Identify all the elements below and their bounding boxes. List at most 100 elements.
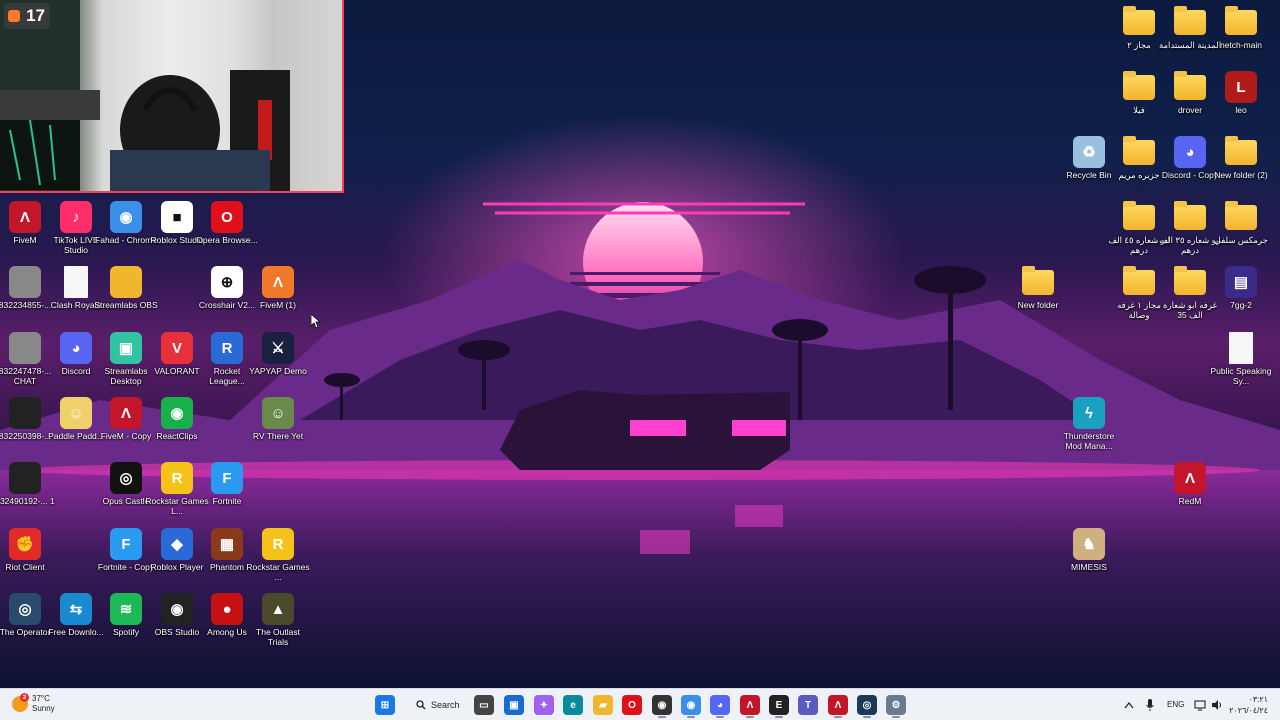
reactclips-glyph-icon: ◉ xyxy=(161,397,193,429)
desktop-icon-label: Streamlabs OBS xyxy=(94,300,158,310)
epic-games-icon[interactable]: E xyxy=(769,695,789,715)
discord-taskbar-icon[interactable]: ◕ xyxy=(710,695,730,715)
the-operator-glyph-icon: ◎ xyxy=(9,593,41,625)
running-indicator xyxy=(775,716,783,718)
clock-time: ٠٣:٢١ xyxy=(1248,695,1268,704)
weather-widget[interactable]: 2 37°C Sunny xyxy=(12,693,55,714)
clock-date: ٢٠٢٦/٠٤/٢٤ xyxy=(1229,706,1268,715)
desktop-icon-label: RV There Yet xyxy=(252,431,304,441)
desktop-icon-label: leo xyxy=(1235,105,1247,115)
microphone-icon[interactable] xyxy=(1145,698,1155,712)
folder-netch-main-icon[interactable]: netch-main xyxy=(1209,6,1273,50)
fivem-app-icon[interactable]: Λ FiveM (1) xyxy=(246,266,310,310)
rockstar-games-2-icon[interactable]: R Rockstar Games ... xyxy=(246,528,310,582)
desktop-icon-label: جرمكس سلفي xyxy=(1214,235,1268,245)
opera-icon[interactable]: O Opera Browse... xyxy=(195,201,259,245)
file-3-icon[interactable]: 832490192-... 1 xyxy=(0,462,57,506)
desktop-icon-label: RedM xyxy=(1178,496,1202,506)
mimesis-glyph-icon: ♞ xyxy=(1073,528,1105,560)
teams-icon[interactable]: T xyxy=(798,695,818,715)
start-button-icon[interactable]: ⊞ xyxy=(375,695,395,715)
language-indicator[interactable]: ENG xyxy=(1167,700,1184,709)
streamlabs-obs-folder-icon[interactable]: Streamlabs OBS xyxy=(94,266,158,310)
fivem-taskbar-icon[interactable]: Λ xyxy=(740,695,760,715)
reactclips-icon[interactable]: ◉ ReactClips xyxy=(145,397,209,441)
chevron-up-icon[interactable] xyxy=(1124,701,1134,709)
discord-chat-glyph-icon xyxy=(9,332,41,364)
redm-icon[interactable]: Λ RedM xyxy=(1158,462,1222,506)
rv-there-yet-glyph-icon: ☺ xyxy=(262,397,294,429)
riot-client-icon[interactable]: ✊ Riot Client xyxy=(0,528,57,572)
7gg-icon[interactable]: ▤ 7gg-2 xyxy=(1209,266,1273,310)
redm-taskbar-icon[interactable]: Λ xyxy=(828,695,848,715)
folder-new-icon[interactable]: New folder xyxy=(1006,266,1070,310)
desktop-icon-label: Riot Client xyxy=(5,562,45,572)
fortnite-glyph-icon: F xyxy=(211,462,243,494)
outlast-trials-glyph-icon: ▲ xyxy=(262,593,294,625)
search-icon xyxy=(416,700,426,710)
leo-icon[interactable]: Lleo xyxy=(1209,71,1273,115)
desktop-icon-label: ReactClips xyxy=(156,431,198,441)
taskbar: 2 37°C Sunny ⊞ ▣ ✦ e ▰ O ◉ ◉ ◕ Λ E T Λ ◎ ⚙ ▭ Search ENG… xyxy=(0,688,1280,720)
folder-jarmaks-glyph-icon xyxy=(1225,201,1257,230)
folder-new-2-icon[interactable]: New folder (2) xyxy=(1209,136,1273,180)
task-view-icon[interactable]: ▭ xyxy=(474,695,494,715)
recycle-bin-glyph-icon: ♻ xyxy=(1073,136,1105,168)
folder-abu-shaara-45-glyph-icon xyxy=(1123,201,1155,230)
paddle-glyph-icon: ☺ xyxy=(60,397,92,429)
tiktok-live-studio-glyph-icon: ♪ xyxy=(60,201,92,233)
mimesis-icon[interactable]: ♞ MIMESIS xyxy=(1057,528,1121,572)
file-explorer-icon[interactable]: ▰ xyxy=(593,695,613,715)
opera-taskbar-icon[interactable]: O xyxy=(622,695,642,715)
notification-badge: 2 xyxy=(20,693,29,702)
running-indicator xyxy=(658,716,666,718)
folder-jarmaks-icon[interactable]: جرمكس سلفي xyxy=(1209,201,1273,245)
rockstar-games-2-glyph-icon: R xyxy=(262,528,294,560)
thunderstore-icon[interactable]: ϟ Thunderstore Mod Mana... xyxy=(1057,397,1121,451)
network-icon[interactable] xyxy=(1194,699,1206,711)
copilot-icon[interactable]: ✦ xyxy=(534,695,554,715)
settings-icon[interactable]: ⚙ xyxy=(886,695,906,715)
yapyap-icon[interactable]: ⚔ YAPYAP Demo xyxy=(246,332,310,376)
roblox-player-glyph-icon: ◆ xyxy=(161,528,193,560)
folder-netch-main-glyph-icon xyxy=(1225,6,1257,35)
taskbar-search[interactable]: Search xyxy=(404,694,468,716)
opus-castle-glyph-icon: ◎ xyxy=(110,462,142,494)
rockstar-games-glyph-icon: R xyxy=(161,462,193,494)
desktop-icon-label: netch-main xyxy=(1219,40,1263,50)
folder-villa-glyph-icon xyxy=(1123,71,1155,100)
edge-icon[interactable]: e xyxy=(563,695,583,715)
mouse-cursor-icon xyxy=(311,314,321,329)
desktop-icon-label: FiveM (1) xyxy=(260,300,296,310)
running-indicator xyxy=(863,716,871,718)
store-icon[interactable]: ▣ xyxy=(504,695,524,715)
folder-maryam-island-glyph-icon xyxy=(1123,136,1155,165)
outlast-trials-icon[interactable]: ▲ The Outlast Trials xyxy=(246,593,310,647)
folder-majaz-2-glyph-icon xyxy=(1123,6,1155,35)
desktop-icon-label: Fortnite xyxy=(212,496,242,506)
among-us-glyph-icon: ● xyxy=(211,593,243,625)
system-clock[interactable]: ٠٣:٢١ ٢٠٢٦/٠٤/٢٤ xyxy=(1229,694,1268,716)
spotify-glyph-icon: ≋ xyxy=(110,593,142,625)
riot-client-glyph-icon: ✊ xyxy=(9,528,41,560)
folder-sustainable-city-glyph-icon xyxy=(1174,6,1206,35)
desktop-icon-label: The Outlast Trials xyxy=(256,627,300,647)
clash-royale-glyph-icon xyxy=(64,266,88,298)
search-label: Search xyxy=(431,700,460,710)
desktop-icon-label: Rockstar Games ... xyxy=(246,562,310,582)
volume-icon[interactable] xyxy=(1211,699,1223,711)
chrome-taskbar-icon[interactable]: ◉ xyxy=(681,695,701,715)
fivem-copy-glyph-icon: Λ xyxy=(110,397,142,429)
weather-description: Sunny xyxy=(32,704,55,713)
weather-temperature: 37°C xyxy=(32,694,50,703)
obs-taskbar-icon[interactable]: ◉ xyxy=(652,695,672,715)
7gg-glyph-icon: ▤ xyxy=(1225,266,1257,298)
fortnite-icon[interactable]: F Fortnite xyxy=(195,462,259,506)
rv-there-yet-icon[interactable]: ☺ RV There Yet xyxy=(246,397,310,441)
obs-studio-glyph-icon: ◉ xyxy=(161,593,193,625)
public-speaking-icon[interactable]: Public Speaking Sy... xyxy=(1209,332,1273,386)
steam-icon[interactable]: ◎ xyxy=(857,695,877,715)
opera-glyph-icon: O xyxy=(211,201,243,233)
roblox-studio-glyph-icon: ■ xyxy=(161,201,193,233)
running-indicator xyxy=(834,716,842,718)
